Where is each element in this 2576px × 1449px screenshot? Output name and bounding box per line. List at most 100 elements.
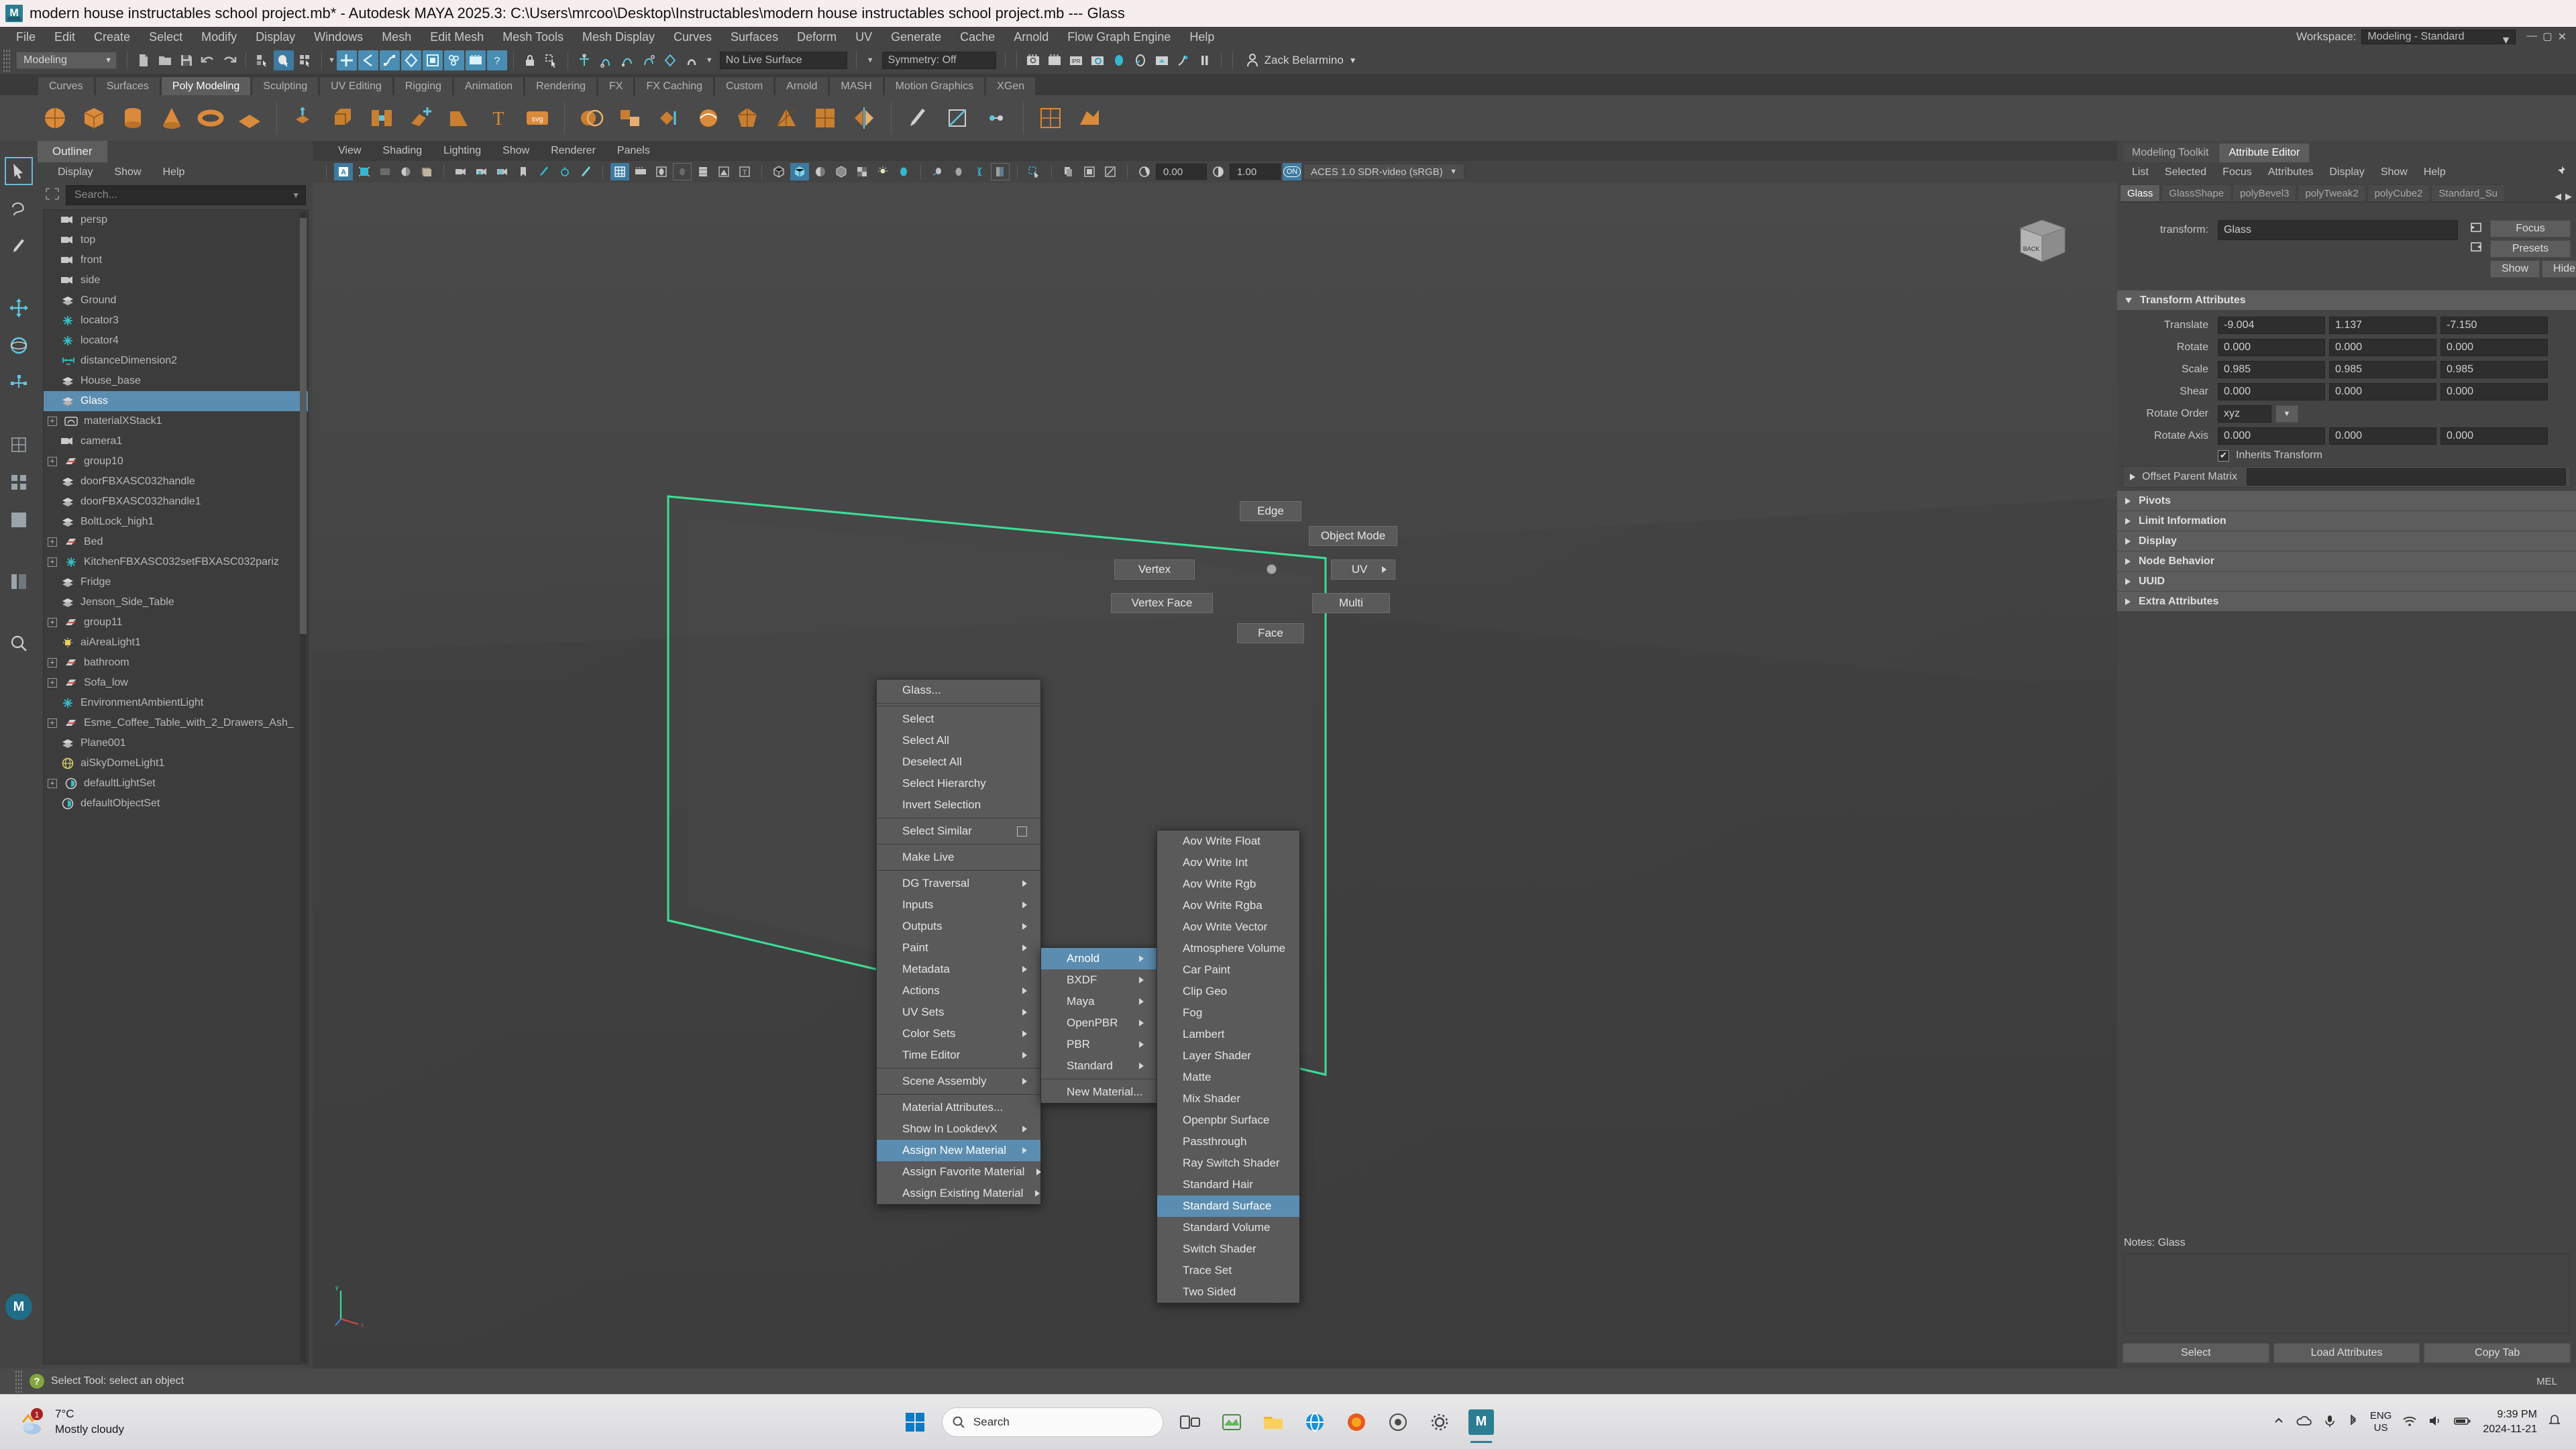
shelf-tab-uv-editing[interactable]: UV Editing bbox=[319, 76, 393, 95]
menu-item-select-similar[interactable]: Select Similar bbox=[877, 820, 1040, 842]
helpline-grip[interactable] bbox=[15, 1370, 23, 1393]
live-surface-field[interactable]: No Live Surface bbox=[719, 52, 847, 69]
marking-menu-center-dot[interactable] bbox=[1267, 564, 1277, 574]
scale-input-2[interactable]: 0.985 bbox=[2329, 361, 2436, 378]
bluetooth-icon[interactable] bbox=[2347, 1413, 2359, 1430]
display-layer-b-icon[interactable] bbox=[1080, 163, 1099, 180]
select-object-icon[interactable] bbox=[274, 50, 294, 70]
display-layer-a-icon[interactable] bbox=[1059, 163, 1078, 180]
snap-curve-icon[interactable] bbox=[596, 50, 616, 70]
menu-cache[interactable]: Cache bbox=[951, 27, 1004, 47]
outliner-scrollbar[interactable] bbox=[300, 211, 307, 1362]
volume-icon[interactable] bbox=[2428, 1414, 2443, 1430]
outliner-item-sofa-low[interactable]: + Sofa_low bbox=[44, 673, 308, 693]
poly-bridge-icon[interactable] bbox=[364, 101, 399, 136]
outliner-item-bed[interactable]: + Bed bbox=[44, 532, 308, 552]
previous-node-icon[interactable] bbox=[2469, 221, 2483, 237]
smooth-shading-icon[interactable] bbox=[790, 163, 809, 180]
grid-toggle-icon[interactable] bbox=[610, 163, 629, 180]
gamma-correct-icon[interactable] bbox=[991, 163, 1010, 180]
menu-item-trace-set[interactable]: Trace Set bbox=[1157, 1260, 1299, 1281]
undo-icon[interactable] bbox=[198, 50, 218, 70]
outliner-item-doorfbxasc032handle[interactable]: doorFBXASC032handle bbox=[44, 472, 308, 492]
menu-deform[interactable]: Deform bbox=[788, 27, 846, 47]
section-node-behavior[interactable]: Node Behavior bbox=[2117, 551, 2576, 571]
menu-item-show-in-lookdevx[interactable]: Show In LookdevX bbox=[877, 1118, 1040, 1140]
grease-pencil-icon[interactable] bbox=[535, 163, 553, 180]
outliner-item-ground[interactable]: Ground bbox=[44, 290, 308, 311]
lighting-display-icon[interactable] bbox=[714, 163, 733, 180]
poly-plane-icon[interactable] bbox=[232, 101, 267, 136]
option-box-icon[interactable] bbox=[1017, 826, 1027, 837]
shadows-icon[interactable] bbox=[894, 163, 913, 180]
menu-create[interactable]: Create bbox=[85, 27, 140, 47]
onedrive-icon[interactable] bbox=[2296, 1414, 2312, 1430]
chevron-down-icon[interactable]: ▼ bbox=[703, 56, 716, 64]
menu-item-standard-volume[interactable]: Standard Volume bbox=[1157, 1217, 1299, 1238]
poly-combine-icon[interactable] bbox=[613, 101, 648, 136]
chevron-down-icon[interactable]: ▼ bbox=[863, 56, 878, 64]
translate-input-1[interactable]: -9.004 bbox=[2218, 317, 2325, 334]
render-view-icon[interactable] bbox=[1130, 50, 1150, 70]
move-tool-icon[interactable] bbox=[5, 294, 33, 322]
ipr-render-icon[interactable]: IPR bbox=[1066, 50, 1086, 70]
shelf-tab-xgen[interactable]: XGen bbox=[985, 76, 1036, 95]
next-node-icon[interactable] bbox=[2469, 241, 2483, 256]
render-current-frame-icon[interactable] bbox=[1023, 50, 1043, 70]
poly-triangulate-icon[interactable] bbox=[769, 101, 804, 136]
outliner-tree[interactable]: persp top front side Ground locator3 locator4 d… bbox=[43, 209, 309, 1364]
pause-icon[interactable] bbox=[1195, 50, 1215, 70]
outliner-item-persp[interactable]: persp bbox=[44, 210, 308, 230]
menu-item-standard-hair[interactable]: Standard Hair bbox=[1157, 1174, 1299, 1195]
shear-input-3[interactable]: 0.000 bbox=[2440, 383, 2548, 400]
menu-item-passthrough[interactable]: Passthrough bbox=[1157, 1131, 1299, 1152]
outliner-item-top[interactable]: top bbox=[44, 230, 308, 250]
taskbar-search-box[interactable]: Search bbox=[941, 1407, 1163, 1437]
outliner-item-aiarealight1[interactable]: aiAreaLight1 bbox=[44, 633, 308, 653]
language-indicator[interactable]: ENG US bbox=[2370, 1410, 2392, 1434]
marking-menu-vertex[interactable]: Vertex bbox=[1114, 559, 1195, 580]
outliner-item-defaultlightset[interactable]: + defaultLightSet bbox=[44, 773, 308, 794]
select-camera-attributes-icon[interactable]: A bbox=[334, 163, 353, 180]
render-setup-icon[interactable] bbox=[1152, 50, 1172, 70]
save-scene-icon[interactable] bbox=[176, 50, 197, 70]
viewport-menu-lighting[interactable]: Lighting bbox=[433, 145, 492, 157]
menu-item-aov-write-vector[interactable]: Aov Write Vector bbox=[1157, 916, 1299, 938]
tray-expand-icon[interactable] bbox=[2272, 1414, 2286, 1430]
menu-item-metadata[interactable]: Metadata bbox=[877, 959, 1040, 980]
outliner-item-aiskydomelight1[interactable]: aiSkyDomeLight1 bbox=[44, 753, 308, 773]
camera-select-icon[interactable] bbox=[451, 163, 470, 180]
viewport-menu-renderer[interactable]: Renderer bbox=[540, 145, 606, 157]
menu-item-scene-assembly[interactable]: Scene Assembly bbox=[877, 1071, 1040, 1092]
menu-item-arnold[interactable]: Arnold bbox=[1041, 948, 1157, 969]
shear-input-2[interactable]: 0.000 bbox=[2329, 383, 2436, 400]
outliner-item-defaultobjectset[interactable]: defaultObjectSet bbox=[44, 794, 308, 814]
text-display-icon[interactable]: T bbox=[735, 163, 754, 180]
menu-mesh[interactable]: Mesh bbox=[372, 27, 421, 47]
offset-parent-matrix-field[interactable] bbox=[2246, 468, 2566, 486]
film-gate-icon[interactable] bbox=[631, 163, 650, 180]
notes-textarea[interactable] bbox=[2124, 1253, 2569, 1334]
viewport-menu-panels[interactable]: Panels bbox=[606, 145, 661, 157]
menu-item-aov-write-float[interactable]: Aov Write Float bbox=[1157, 830, 1299, 852]
network-icon[interactable] bbox=[2402, 1414, 2417, 1430]
snap-projection-icon[interactable] bbox=[639, 50, 659, 70]
chevron-down-icon[interactable]: ▼ bbox=[292, 191, 300, 200]
lock-icon[interactable] bbox=[520, 50, 540, 70]
load-attributes-button[interactable]: Load Attributes bbox=[2273, 1343, 2420, 1363]
menu-edit[interactable]: Edit bbox=[45, 27, 85, 47]
menuset-selector[interactable]: Modeling ▼ bbox=[16, 52, 117, 69]
outliner-scroll-thumb[interactable] bbox=[300, 218, 307, 634]
statusline-grip[interactable] bbox=[3, 49, 11, 72]
select-hierarchy-icon[interactable] bbox=[252, 50, 272, 70]
tab-modeling-to​olkit[interactable]: Modeling Toolkit bbox=[2123, 144, 2218, 162]
gamma-field[interactable]: 1.00 bbox=[1230, 164, 1281, 180]
ae-menu-show[interactable]: Show bbox=[2373, 166, 2416, 178]
scale-input-1[interactable]: 0.985 bbox=[2218, 361, 2325, 378]
close-icon[interactable]: ✕ bbox=[2558, 30, 2567, 44]
menu-generate[interactable]: Generate bbox=[881, 27, 951, 47]
outliner-item-materialxstack1[interactable]: + materialXStack1 bbox=[44, 411, 308, 431]
chevron-down-icon[interactable]: ▼ bbox=[328, 56, 335, 64]
user-account-chip[interactable]: Zack Belarmino ▼ bbox=[1239, 53, 1364, 68]
motion-blur-icon[interactable] bbox=[928, 163, 947, 180]
